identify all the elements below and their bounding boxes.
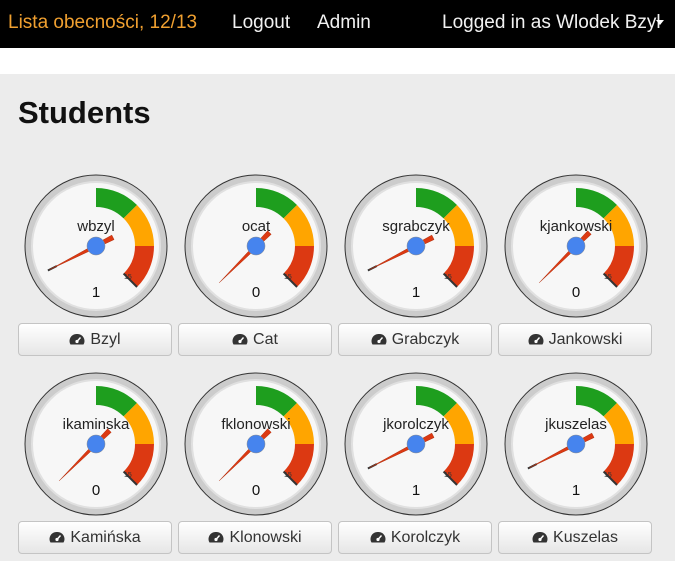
dashboard-icon <box>528 333 544 344</box>
caret-down-icon[interactable] <box>656 20 664 25</box>
gauge-max-label: 15 <box>124 274 132 281</box>
gauge-value-label: 1 <box>412 482 420 499</box>
navbar: Lista obecności, 12/13 Logout Admin Logg… <box>0 0 675 48</box>
student-button[interactable]: Cat <box>178 323 332 356</box>
logout-link[interactable]: Logout <box>232 12 290 34</box>
student-button[interactable]: Kuszelas <box>498 521 652 554</box>
dashboard-icon <box>370 531 386 542</box>
student-button[interactable]: Bzyl <box>18 323 172 356</box>
gauge-login-label: jkuszelas <box>544 416 607 433</box>
header-strip <box>0 48 675 74</box>
gauge-value-label: 0 <box>252 482 260 499</box>
gauge-value-label: 1 <box>572 482 580 499</box>
attendance-gauge: 15 sgrabczyk 1 <box>344 174 488 318</box>
attendance-gauge: 15 wbzyl 1 <box>24 174 168 318</box>
gauge-hub <box>406 236 426 256</box>
attendance-gauge: 15ocat0 <box>184 174 328 318</box>
gauge-max-label: 15 <box>604 472 612 479</box>
gauge-max-label: 15 <box>284 274 292 281</box>
gauge-login-label: wbzyl <box>76 218 115 235</box>
student-name: Grabczyk <box>391 330 460 348</box>
student-name: Kamińska <box>70 528 141 546</box>
attendance-gauge: 15 fklonowski 0 <box>184 372 328 516</box>
student-button[interactable]: Korolczyk <box>338 521 492 554</box>
student-button[interactable]: Jankowski <box>498 323 652 356</box>
gauge-hub <box>246 236 266 256</box>
gauge-hub <box>566 434 586 454</box>
gauge-login-label: jkorolczyk <box>382 416 449 433</box>
student-button[interactable]: Klonowski <box>178 521 332 554</box>
gauge-max-label: 15 <box>444 274 452 281</box>
student-name: Kuszelas <box>553 528 618 546</box>
student-name: Klonowski <box>229 528 302 546</box>
student-button[interactable]: Grabczyk <box>338 323 492 356</box>
attendance-gauge: 15 jkorolczyk 1 <box>344 372 488 516</box>
dashboard-icon <box>532 531 548 542</box>
gauge-max-label: 15 <box>124 472 132 479</box>
gauge-hub <box>86 434 106 454</box>
student-name: Bzyl <box>90 330 121 348</box>
gauge-max-label: 15 <box>604 274 612 281</box>
attendance-gauge: 15 jkuszelas 1 <box>504 372 648 516</box>
user-menu[interactable]: Logged in as Wlodek Bzyl <box>442 12 661 34</box>
gauge-value-label: 1 <box>92 284 100 301</box>
gauge-value-label: 0 <box>572 284 580 301</box>
student-name: Jankowski <box>548 330 623 348</box>
gauge-login-label: fklonowski <box>221 416 290 433</box>
dashboard-icon <box>69 333 85 344</box>
student-button[interactable]: Kamińska <box>18 521 172 554</box>
gauge-value-label: 1 <box>412 284 420 301</box>
gauge-hub <box>246 434 266 454</box>
dashboard-icon <box>371 333 387 344</box>
gauge-hub <box>86 236 106 256</box>
dashboard-icon <box>49 531 65 542</box>
gauge-login-label: kjankowski <box>540 218 613 235</box>
attendance-gauge: 15 kjankowski 0 <box>504 174 648 318</box>
page-title: Students <box>18 95 151 130</box>
gauge-hub <box>406 434 426 454</box>
gauge-value-label: 0 <box>252 284 260 301</box>
student-name: Cat <box>253 330 278 348</box>
gauge-login-label: sgrabczyk <box>382 218 450 235</box>
gauge-max-label: 15 <box>284 472 292 479</box>
dashboard-icon <box>209 531 224 542</box>
gauge-hub <box>566 236 586 256</box>
gauge-login-label: ikaminska <box>63 416 130 433</box>
admin-link[interactable]: Admin <box>317 12 371 34</box>
gauge-max-label: 15 <box>444 472 452 479</box>
dashboard-icon <box>232 333 248 344</box>
brand-link[interactable]: Lista obecności, 12/13 <box>8 12 197 34</box>
gauge-value-label: 0 <box>92 482 100 499</box>
attendance-gauge: 15 ikaminska 0 <box>24 372 168 516</box>
student-name: Korolczyk <box>390 528 461 546</box>
